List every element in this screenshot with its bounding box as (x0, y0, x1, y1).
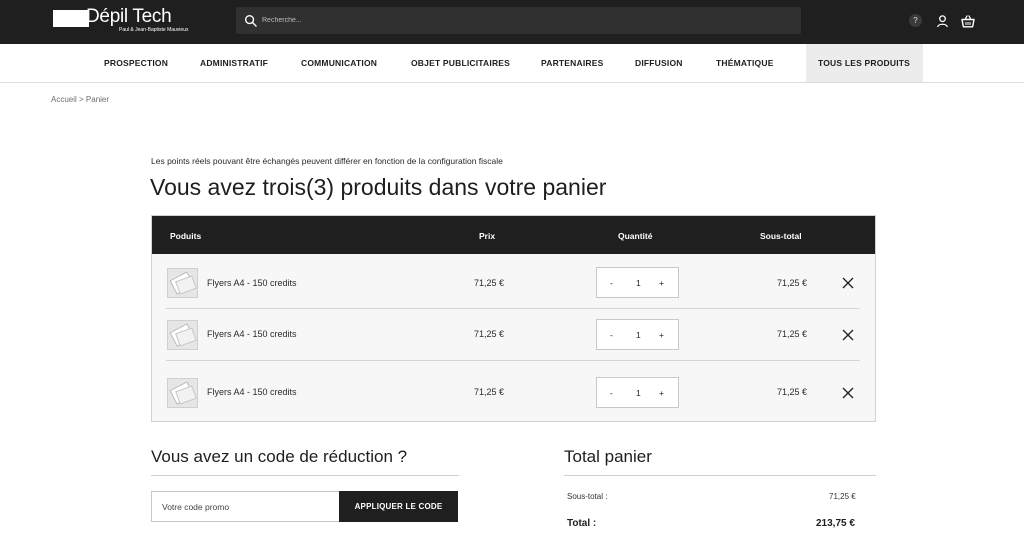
product-name[interactable]: Flyers A4 - 150 credits (207, 387, 297, 397)
qty-decrease-button[interactable]: - (610, 278, 613, 288)
divider (564, 475, 876, 476)
discount-title: Vous avez un code de réduction ? (151, 447, 408, 466)
nav-item-tous-les-produits[interactable]: TOUS LES PRODUITS (806, 44, 923, 82)
help-icon[interactable]: ? (909, 14, 922, 27)
close-icon[interactable] (842, 277, 854, 289)
top-bar: Dépil Tech Paul & Jean-Baptiste Mauvieux… (0, 0, 1024, 44)
close-icon[interactable] (842, 329, 854, 341)
page-title: Vous avez trois(3) produits dans votre p… (150, 174, 607, 200)
qty-increase-button[interactable]: + (659, 330, 664, 340)
qty-increase-button[interactable]: + (659, 278, 664, 288)
nav-item-administratif[interactable]: ADMINISTRATIF (200, 44, 268, 82)
fiscal-notice: Les points réels pouvant être échangés p… (151, 156, 503, 166)
line-subtotal: 71,25 € (777, 329, 808, 339)
cart-row: Flyers A4 - 150 credits 71,25 € - 1 + 71… (166, 309, 860, 361)
product-thumbnail[interactable] (167, 268, 198, 298)
line-subtotal: 71,25 € (777, 278, 808, 288)
column-header-price: Prix (479, 231, 496, 241)
breadcrumb[interactable]: Accueil > Panier (51, 95, 109, 104)
promo-code-input[interactable] (151, 491, 340, 522)
column-header-product: Poduits (170, 231, 202, 241)
product-price: 71,25 € (474, 329, 505, 339)
product-price: 71,25 € (474, 387, 505, 397)
search-bar (236, 7, 801, 34)
user-icon[interactable] (936, 14, 949, 28)
nav-item-communication[interactable]: COMMUNICATION (301, 44, 377, 82)
qty-value[interactable]: 1 (636, 330, 641, 340)
qty-increase-button[interactable]: + (659, 388, 664, 398)
column-header-subtotal: Sous-total (760, 231, 802, 241)
cart-row: Flyers A4 - 150 credits 71,25 € - 1 + 71… (166, 254, 860, 309)
brand-name: Dépil Tech (86, 6, 172, 27)
product-name[interactable]: Flyers A4 - 150 credits (207, 278, 297, 288)
divider (151, 475, 459, 476)
column-header-quantity: Quantité (618, 231, 653, 241)
close-icon[interactable] (842, 387, 854, 399)
nav-item-thematique[interactable]: THÉMATIQUE (716, 44, 774, 82)
line-subtotal: 71,25 € (777, 387, 808, 397)
total-label: Total : (567, 518, 597, 529)
brand-tagline: Paul & Jean-Baptiste Mauvieux (119, 27, 189, 33)
qty-value[interactable]: 1 (636, 278, 641, 288)
apply-code-button[interactable]: APPLIQUER LE CODE (339, 491, 458, 522)
cart-row: Flyers A4 - 150 credits 71,25 € - 1 + 71… (166, 361, 860, 421)
qty-decrease-button[interactable]: - (610, 388, 613, 398)
cart-table: Poduits Prix Quantité Sous-total Flyers … (151, 215, 876, 422)
quantity-stepper: - 1 + (596, 267, 679, 298)
brand-logo[interactable]: Dépil Tech Paul & Jean-Baptiste Mauvieux (53, 6, 188, 34)
product-price: 71,25 € (474, 278, 505, 288)
qty-value[interactable]: 1 (636, 388, 641, 398)
product-thumbnail[interactable] (167, 320, 198, 350)
nav-item-partenaires[interactable]: PARTENAIRES (541, 44, 604, 82)
total-value: 213,75 € (816, 518, 855, 529)
product-thumbnail[interactable] (167, 378, 198, 408)
logo-mark (53, 10, 89, 27)
subtotal-value: 71,25 € (829, 492, 856, 501)
cart-table-header: Poduits Prix Quantité Sous-total (152, 216, 875, 254)
quantity-stepper: - 1 + (596, 319, 679, 350)
basket-icon[interactable] (961, 14, 975, 28)
quantity-stepper: - 1 + (596, 377, 679, 408)
qty-decrease-button[interactable]: - (610, 330, 613, 340)
search-input[interactable] (262, 7, 782, 34)
nav-item-prospection[interactable]: PROSPECTION (104, 44, 168, 82)
search-icon[interactable] (244, 14, 257, 27)
subtotal-label: Sous-total : (567, 492, 608, 501)
main-nav: PROSPECTION ADMINISTRATIF COMMUNICATION … (0, 44, 1024, 83)
product-name[interactable]: Flyers A4 - 150 credits (207, 329, 297, 339)
nav-item-objet-publicitaires[interactable]: OBJET PUBLICITAIRES (411, 44, 510, 82)
cart-total-title: Total panier (564, 447, 652, 466)
nav-item-diffusion[interactable]: DIFFUSION (635, 44, 683, 82)
